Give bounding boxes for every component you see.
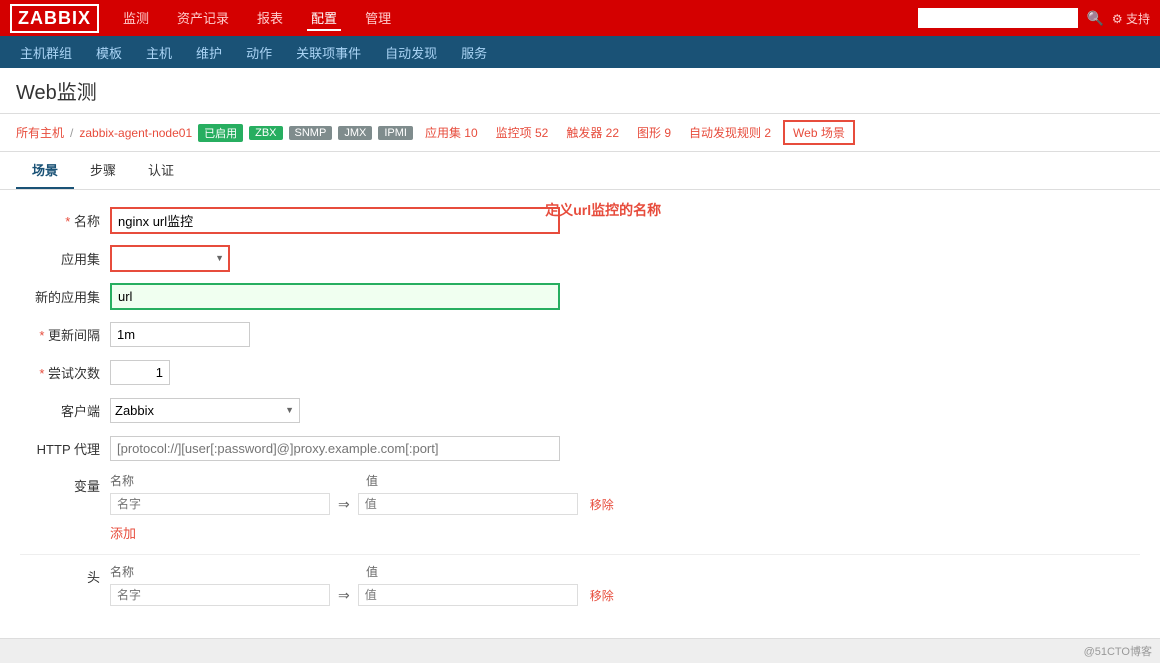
status-badge-enabled: 已启用 xyxy=(198,124,243,142)
link-web-scene[interactable]: Web 场景 xyxy=(783,120,855,145)
appset-label: 应用集 xyxy=(20,249,110,268)
header-col-value: 值 xyxy=(366,563,586,580)
update-interval-input[interactable] xyxy=(110,322,250,347)
top-nav-right: 🔍 ⚙ 支持 xyxy=(918,8,1150,28)
page-header: Web监测 xyxy=(0,68,1160,114)
header-value-input[interactable] xyxy=(358,584,578,606)
second-navigation: 主机群组 模板 主机 维护 动作 关联项事件 自动发现 服务 xyxy=(0,36,1160,68)
new-appset-label: 新的应用集 xyxy=(20,287,110,306)
name-input[interactable] xyxy=(110,207,560,234)
link-graphs[interactable]: 图形 9 xyxy=(631,122,677,143)
main-nav-items: 监测 资产记录 报表 配置 管理 xyxy=(119,6,395,31)
nav-services[interactable]: 服务 xyxy=(451,39,497,66)
retry-input[interactable] xyxy=(110,360,170,385)
var-header-eq xyxy=(338,472,358,489)
update-interval-row: * 更新间隔 xyxy=(20,320,1140,348)
search-input[interactable] xyxy=(918,8,1078,28)
update-interval-label: * 更新间隔 xyxy=(20,325,110,344)
variables-add-link[interactable]: 添加 xyxy=(110,523,136,542)
agent-select[interactable]: Zabbix Internet Explorer Firefox Custom xyxy=(110,398,300,423)
header-col-eq xyxy=(338,563,358,580)
breadcrumb-all-hosts[interactable]: 所有主机 xyxy=(16,124,64,141)
header-col-name: 名称 xyxy=(110,563,330,580)
section-divider xyxy=(20,554,1140,555)
nav-actions[interactable]: 动作 xyxy=(236,39,282,66)
breadcrumb-host-name[interactable]: zabbix-agent-node01 xyxy=(79,126,192,140)
tab-steps[interactable]: 步骤 xyxy=(74,152,132,189)
header-row: ⇒ 移除 xyxy=(110,584,618,606)
agent-select-wrapper: Zabbix Internet Explorer Firefox Custom xyxy=(110,398,300,423)
nav-admin[interactable]: 管理 xyxy=(361,6,395,31)
tab-scene[interactable]: 场景 xyxy=(16,152,74,189)
new-appset-input[interactable] xyxy=(110,283,560,310)
nav-related-events[interactable]: 关联项事件 xyxy=(286,39,371,66)
nav-reports[interactable]: 报表 xyxy=(253,6,287,31)
variable-value-input[interactable] xyxy=(358,493,578,515)
appset-input[interactable] xyxy=(110,245,230,272)
content-area: 场景 步骤 认证 定义url监控的名称 * 名称 应用集 ▼ 新的应用集 xyxy=(0,152,1160,638)
retry-row: * 尝试次数 xyxy=(20,358,1140,386)
nav-auto-discovery[interactable]: 自动发现 xyxy=(375,39,447,66)
badge-jmx[interactable]: JMX xyxy=(338,126,372,140)
link-monitor-items[interactable]: 监控项 52 xyxy=(490,122,555,143)
agent-row: 客户端 Zabbix Internet Explorer Firefox Cus… xyxy=(20,396,1140,424)
http-proxy-label: HTTP 代理 xyxy=(20,439,110,458)
var-header-name: 名称 xyxy=(110,472,330,489)
support-link[interactable]: ⚙ 支持 xyxy=(1112,10,1150,27)
nav-monitor[interactable]: 监测 xyxy=(119,6,153,31)
variables-section: 变量 名称 值 ⇒ 移除 添加 xyxy=(20,472,1140,542)
watermark: @51CTO博客 xyxy=(1084,646,1152,658)
breadcrumb-sep1: / xyxy=(70,126,73,140)
link-triggers[interactable]: 触发器 22 xyxy=(560,122,625,143)
http-proxy-input[interactable] xyxy=(110,436,560,461)
top-navigation: ZABBIX 监测 资产记录 报表 配置 管理 🔍 ⚙ 支持 xyxy=(0,0,1160,36)
header-remove-button[interactable]: 移除 xyxy=(586,587,618,604)
headers-section: 头 名称 值 ⇒ 移除 xyxy=(20,563,1140,610)
annotation-text: 定义url监控的名称 xyxy=(545,200,661,220)
variable-remove-button[interactable]: 移除 xyxy=(586,496,618,513)
appset-select-wrapper: ▼ xyxy=(110,245,230,272)
appset-row: 应用集 ▼ xyxy=(20,244,1140,272)
variable-name-input[interactable] xyxy=(110,493,330,515)
nav-templates[interactable]: 模板 xyxy=(86,39,132,66)
badge-zbx[interactable]: ZBX xyxy=(249,126,282,140)
var-eq-icon: ⇒ xyxy=(338,496,350,513)
name-label: * 名称 xyxy=(20,211,110,230)
nav-assets[interactable]: 资产记录 xyxy=(173,6,233,31)
form-content: 定义url监控的名称 * 名称 应用集 ▼ 新的应用集 * 更新间隔 xyxy=(0,190,1160,638)
header-name-input[interactable] xyxy=(110,584,330,606)
name-label-text: 名称 xyxy=(74,214,100,229)
new-appset-row: 新的应用集 xyxy=(20,282,1140,310)
logo: ZABBIX xyxy=(10,4,99,33)
headers-header-row: 名称 值 xyxy=(110,563,618,580)
form-tabs: 场景 步骤 认证 xyxy=(0,152,1160,190)
bottom-bar: @51CTO博客 xyxy=(0,638,1160,663)
search-icon[interactable]: 🔍 xyxy=(1086,10,1103,27)
nav-hosts[interactable]: 主机 xyxy=(136,39,182,66)
link-app-set[interactable]: 应用集 10 xyxy=(419,122,484,143)
badge-ipmi[interactable]: IPMI xyxy=(378,126,413,140)
header-eq-icon: ⇒ xyxy=(338,587,350,604)
agent-label: 客户端 xyxy=(20,401,110,420)
page-title: Web监测 xyxy=(16,82,97,104)
tab-auth[interactable]: 认证 xyxy=(132,152,190,189)
headers-content: 名称 值 ⇒ 移除 xyxy=(110,563,618,610)
badge-snmp[interactable]: SNMP xyxy=(289,126,333,140)
nav-config[interactable]: 配置 xyxy=(307,6,341,31)
var-header-value: 值 xyxy=(366,472,586,489)
breadcrumb-bar: 所有主机 / zabbix-agent-node01 已启用 ZBX SNMP … xyxy=(0,114,1160,152)
variables-header-row: 名称 值 xyxy=(110,472,618,489)
link-discovery-rules[interactable]: 自动发现规则 2 xyxy=(683,122,777,143)
variable-row: ⇒ 移除 xyxy=(110,493,618,515)
logo-text: ZABBIX xyxy=(18,8,91,28)
http-proxy-row: HTTP 代理 xyxy=(20,434,1140,462)
nav-host-groups[interactable]: 主机群组 xyxy=(10,39,82,66)
nav-maintenance[interactable]: 维护 xyxy=(186,39,232,66)
headers-label: 头 xyxy=(20,563,110,586)
variables-label: 变量 xyxy=(20,472,110,495)
variables-content: 名称 值 ⇒ 移除 添加 xyxy=(110,472,618,542)
retry-label: * 尝试次数 xyxy=(20,363,110,382)
